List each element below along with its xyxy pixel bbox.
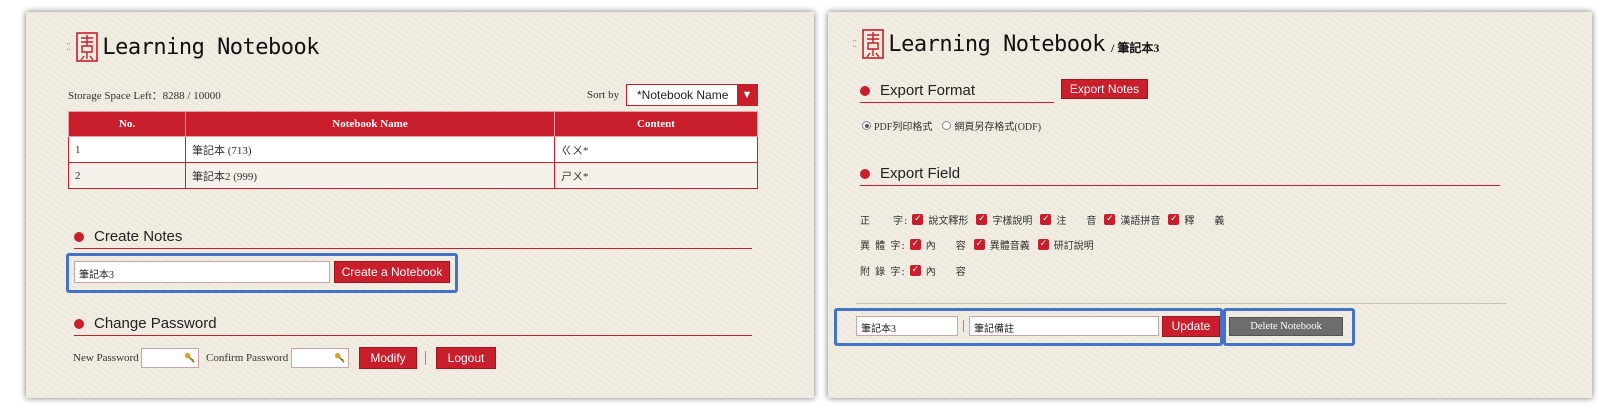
- field-row-variant: 異 體 字: ✓ 內 容 ✓ 異體音義 ✓ 研訂說明: [860, 237, 1100, 252]
- modify-button[interactable]: Modify: [359, 347, 417, 369]
- export-format-options: PDF列印格式 網頁另存格式(ODF): [862, 118, 1041, 133]
- field-option-label: 內 容: [925, 241, 966, 252]
- field-option-label: 內 容: [925, 267, 966, 278]
- brand-header: ⁚⁚ Learning Notebook: [66, 32, 320, 62]
- radio-odf[interactable]: [942, 121, 952, 130]
- export-field-title: Export Field: [880, 165, 961, 182]
- notebook-table: No. Notebook Name Content 1 筆記本 (713) ㄍㄨ…: [68, 111, 758, 189]
- create-notes-title: Create Notes: [94, 228, 183, 245]
- checkbox-checked[interactable]: ✓: [1168, 214, 1180, 225]
- confirm-password-input[interactable]: [291, 348, 349, 368]
- field-row-standard: 正 字: ✓ 說文釋形 ✓ 字樣說明 ✓ 注 音 ✓ 漢語拼音 ✓ 釋 義: [860, 212, 1230, 227]
- app-title: Learning Notebook: [888, 31, 1106, 57]
- update-button[interactable]: Update: [1162, 316, 1220, 337]
- field-option-label: 研訂說明: [1053, 241, 1094, 252]
- field-row-label: 附 錄 字:: [860, 267, 906, 278]
- new-password-input[interactable]: [141, 348, 199, 368]
- export-field-section-header: Export Field: [860, 165, 1500, 186]
- bullet-icon: [860, 85, 870, 96]
- storage-space-text: Storage Space Left：8288 / 10000: [68, 90, 221, 102]
- field-row-label: 異 體 字:: [860, 241, 906, 252]
- bullet-icon: [74, 318, 84, 329]
- checkbox-checked[interactable]: ✓: [912, 214, 924, 225]
- cell-no: 2: [68, 162, 186, 189]
- brand-header: ⁚⁚ Learning Notebook / 筆記本3: [852, 29, 1159, 59]
- key-icon: [334, 352, 345, 363]
- table-header-row: No. Notebook Name Content: [68, 111, 758, 137]
- cell-notebook-name[interactable]: 筆記本2 (999): [185, 162, 555, 189]
- field-row-appendix: 附 錄 字: ✓ 內 容: [860, 263, 972, 278]
- export-notes-button[interactable]: Export Notes: [1061, 79, 1148, 99]
- seal-logo-icon: [862, 29, 885, 59]
- export-format-title: Export Format: [880, 82, 976, 99]
- checkbox-checked[interactable]: ✓: [1037, 239, 1049, 250]
- export-format-section-header: Export Format: [860, 82, 1054, 103]
- logout-button[interactable]: Logout: [436, 347, 496, 369]
- checkbox-checked[interactable]: ✓: [1104, 214, 1116, 225]
- divider: [856, 303, 1506, 304]
- checkbox-checked[interactable]: ✓: [909, 265, 921, 276]
- radio-pdf-label: PDF列印格式: [874, 122, 933, 133]
- app-title: Learning Notebook: [102, 34, 320, 60]
- change-password-section-header: Change Password: [74, 315, 752, 336]
- col-header-name[interactable]: Notebook Name: [185, 111, 555, 137]
- radio-odf-label: 網頁另存格式(ODF): [954, 122, 1042, 133]
- change-password-title: Change Password: [94, 315, 217, 332]
- table-row[interactable]: 1 筆記本 (713) ㄍㄨ*: [68, 136, 758, 163]
- field-option-label: 說文釋形: [928, 216, 969, 227]
- new-password-label: New Password: [73, 352, 139, 364]
- field-option-label: 字樣說明: [992, 216, 1033, 227]
- seal-logo-icon: [76, 32, 99, 62]
- notebook-list-panel: ⁚⁚ Learning Notebook Storage Space Left：…: [26, 12, 814, 398]
- chevron-down-icon[interactable]: ▼: [737, 85, 757, 105]
- notebook-name-input[interactable]: 筆記本3: [74, 261, 330, 283]
- sort-by-label: Sort by: [587, 89, 620, 101]
- drag-dots-icon: ⁚⁚: [66, 41, 71, 53]
- bullet-icon: [74, 231, 84, 242]
- checkbox-checked[interactable]: ✓: [976, 214, 988, 225]
- col-header-no[interactable]: No.: [68, 111, 186, 137]
- divider: [425, 351, 426, 365]
- col-header-content[interactable]: Content: [554, 111, 758, 137]
- field-option-label: 注 音: [1056, 216, 1097, 227]
- sort-select[interactable]: *Notebook Name ▼: [626, 84, 758, 106]
- divider: [963, 320, 964, 332]
- radio-pdf[interactable]: [862, 121, 871, 130]
- checkbox-checked[interactable]: ✓: [909, 239, 921, 250]
- cell-content: ㄕㄨ*: [554, 162, 758, 189]
- field-option-label: 漢語拼音: [1120, 216, 1161, 227]
- confirm-password-label: Confirm Password: [206, 352, 289, 364]
- delete-notebook-button[interactable]: Delete Notebook: [1229, 317, 1343, 336]
- field-row-label: 正 字:: [860, 216, 909, 227]
- notebook-detail-panel: ⁚⁚ Learning Notebook / 筆記本3 Export Forma…: [828, 12, 1592, 398]
- create-notes-section-header: Create Notes: [74, 228, 752, 249]
- notebook-name-field[interactable]: 筆記本3: [856, 316, 958, 336]
- checkbox-checked[interactable]: ✓: [973, 239, 985, 250]
- cell-no: 1: [68, 136, 186, 163]
- sort-select-value: *Notebook Name: [637, 88, 729, 102]
- checkbox-checked[interactable]: ✓: [1040, 214, 1052, 225]
- table-row[interactable]: 2 筆記本2 (999) ㄕㄨ*: [68, 162, 758, 189]
- cell-content: ㄍㄨ*: [554, 136, 758, 163]
- create-notebook-button[interactable]: Create a Notebook: [334, 261, 450, 283]
- breadcrumb: / 筆記本3: [1111, 40, 1160, 55]
- drag-dots-icon: ⁚⁚: [852, 38, 857, 50]
- notebook-note-field[interactable]: 筆記備註: [969, 316, 1159, 336]
- key-icon: [184, 352, 195, 363]
- field-option-label: 異體音義: [989, 241, 1030, 252]
- field-option-label: 釋 義: [1184, 216, 1225, 227]
- bullet-icon: [860, 168, 870, 179]
- cell-notebook-name[interactable]: 筆記本 (713): [185, 136, 555, 163]
